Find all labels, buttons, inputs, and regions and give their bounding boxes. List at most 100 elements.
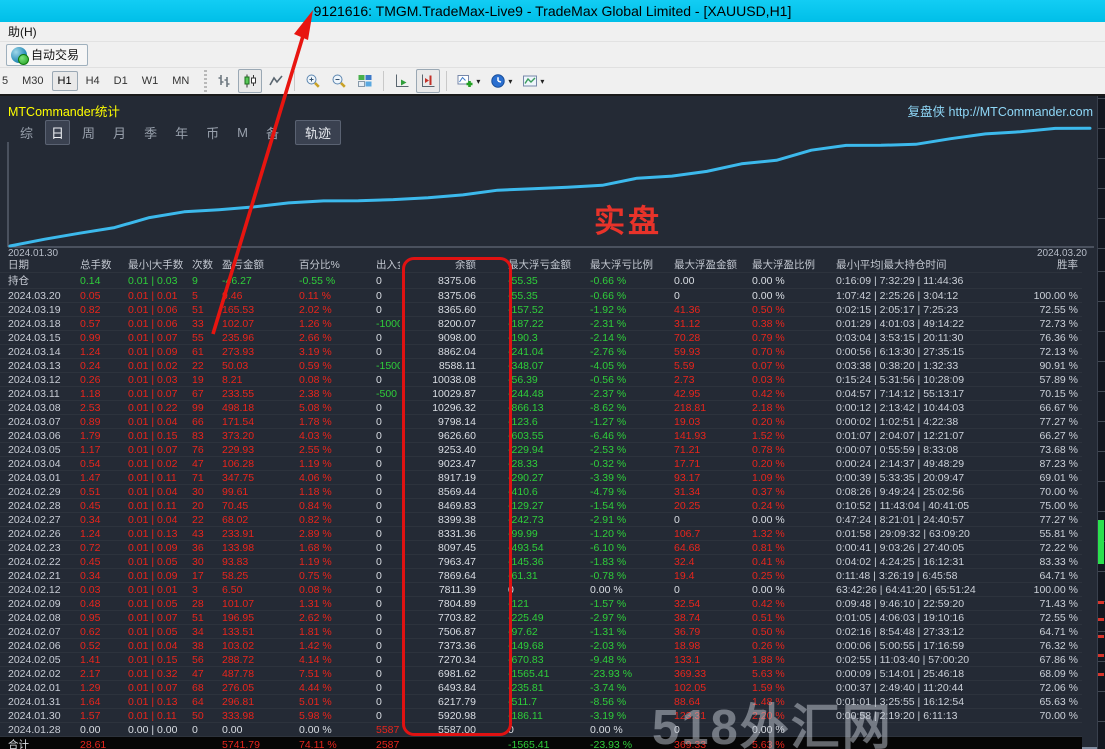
indicators-icon[interactable]: ▾ bbox=[453, 69, 484, 93]
ohlc-bars-icon[interactable] bbox=[212, 69, 236, 93]
table-cell: 合计 bbox=[0, 737, 72, 749]
table-row[interactable]: 2024.03.111.180.01 | 0.0767233.552.38 %-… bbox=[0, 387, 1082, 401]
panel-tab-3[interactable]: 月 bbox=[107, 120, 132, 145]
table-cell: 5920.98 bbox=[400, 709, 500, 723]
table-cell: 0.37 % bbox=[744, 485, 824, 499]
table-row[interactable]: 2024.01.301.570.01 | 0.1150333.985.98 %0… bbox=[0, 709, 1082, 723]
table-cell: 69.01 % bbox=[1020, 471, 1082, 485]
table-cell: 77.27 % bbox=[1020, 513, 1082, 527]
table-cell: 0.81 % bbox=[744, 541, 824, 555]
table-row[interactable]: 2024.03.200.050.01 | 0.0159.460.11 %0837… bbox=[0, 289, 1082, 303]
table-row[interactable]: 2024.03.040.540.01 | 0.0247106.281.19 %0… bbox=[0, 457, 1082, 471]
toolbar-grip[interactable] bbox=[204, 70, 207, 92]
open-position-row[interactable]: 持仓0.140.01 | 0.039-46.27-0.55 %08375.06-… bbox=[0, 273, 1082, 289]
table-row[interactable]: 2024.02.051.410.01 | 0.1556288.724.14 %0… bbox=[0, 653, 1082, 667]
table-cell: 141.93 bbox=[660, 429, 744, 443]
table-row[interactable]: 2024.02.011.290.01 | 0.0768276.054.44 %0… bbox=[0, 681, 1082, 695]
table-cell: 102.07 bbox=[214, 317, 287, 331]
table-row[interactable]: 2024.01.311.640.01 | 0.1364296.815.01 %0… bbox=[0, 695, 1082, 709]
table-cell: 1.18 % bbox=[287, 485, 362, 499]
panel-tab-4[interactable]: 季 bbox=[138, 120, 163, 145]
table-row[interactable]: 2024.02.261.240.01 | 0.1343233.912.89 %0… bbox=[0, 527, 1082, 541]
panel-tab-2[interactable]: 周 bbox=[76, 120, 101, 145]
timeframe-h1[interactable]: H1 bbox=[52, 71, 78, 91]
table-row[interactable]: 2024.03.061.790.01 | 0.1583373.204.03 %0… bbox=[0, 429, 1082, 443]
table-row[interactable]: 2024.02.220.450.01 | 0.053093.831.19 %07… bbox=[0, 555, 1082, 569]
templates-icon[interactable]: ▾ bbox=[518, 69, 548, 93]
dropdown-arrow-icon: ▾ bbox=[508, 77, 512, 86]
table-row[interactable]: 2024.02.210.340.01 | 0.091758.250.75 %07… bbox=[0, 569, 1082, 583]
table-row[interactable]: 2024.03.141.240.01 | 0.0961273.933.19 %0… bbox=[0, 345, 1082, 359]
table-row[interactable]: 2024.03.190.820.01 | 0.0651165.532.02 %0… bbox=[0, 303, 1082, 317]
table-cell: 20.25 bbox=[660, 499, 744, 513]
timeframe-m30[interactable]: M30 bbox=[16, 71, 49, 91]
track-button[interactable]: 轨迹 bbox=[295, 120, 341, 145]
table-row[interactable]: 2024.03.011.470.01 | 0.1171347.754.06 %0… bbox=[0, 471, 1082, 485]
table-cell: 0.00 bbox=[660, 273, 744, 289]
table-cell: 0 bbox=[184, 723, 214, 737]
line-chart-icon[interactable] bbox=[264, 69, 288, 93]
panel-tab-1[interactable]: 日 bbox=[45, 120, 70, 145]
table-row[interactable]: 2024.03.180.570.01 | 0.0633102.071.26 %-… bbox=[0, 317, 1082, 331]
table-cell: 64.68 bbox=[660, 541, 744, 555]
menu-item-help[interactable]: 助(H) bbox=[3, 22, 42, 41]
panel-tab-7[interactable]: M bbox=[231, 122, 254, 143]
table-cell: 47 bbox=[184, 457, 214, 471]
table-cell: -186.11 bbox=[500, 709, 582, 723]
table-cell: 2.38 % bbox=[287, 387, 362, 401]
table-row[interactable]: 2024.03.082.530.01 | 0.2299498.185.08 %0… bbox=[0, 401, 1082, 415]
table-cell: 2.62 % bbox=[287, 611, 362, 625]
panel-tab-0[interactable]: 综 bbox=[14, 120, 39, 145]
table-row[interactable]: 2024.02.230.720.01 | 0.0936133.981.68 %0… bbox=[0, 541, 1082, 555]
table-row[interactable]: 2024.03.051.170.01 | 0.0776229.932.55 %0… bbox=[0, 443, 1082, 457]
timeframe-5[interactable]: 5 bbox=[0, 71, 14, 91]
zoom-out-icon[interactable] bbox=[327, 69, 351, 93]
table-row[interactable]: 2024.02.290.510.01 | 0.043099.611.18 %08… bbox=[0, 485, 1082, 499]
table-row[interactable]: 2024.02.120.030.01 | 0.0136.500.08 %0781… bbox=[0, 583, 1082, 597]
total-row[interactable]: 合计28.615741.7974.11 %2587-1565.41-23.93 … bbox=[0, 737, 1082, 749]
table-cell: 7373.36 bbox=[400, 639, 500, 653]
table-row[interactable]: 2024.02.080.950.01 | 0.0751196.952.62 %0… bbox=[0, 611, 1082, 625]
panel-tab-5[interactable]: 年 bbox=[169, 120, 194, 145]
table-cell: 70.45 bbox=[214, 499, 287, 513]
autotrade-button[interactable]: 自动交易 bbox=[6, 44, 88, 66]
table-cell: 93.83 bbox=[214, 555, 287, 569]
table-cell: 103.02 bbox=[214, 639, 287, 653]
table-row[interactable]: 2024.02.280.450.01 | 0.112070.450.84 %08… bbox=[0, 499, 1082, 513]
table-cell: 34 bbox=[184, 625, 214, 639]
price-scale-strip[interactable] bbox=[1097, 96, 1105, 749]
table-cell: 2024.02.01 bbox=[0, 681, 72, 695]
table-cell: 0.00 | 0.00 bbox=[120, 723, 184, 737]
window-title: 9121616: TMGM.TradeMax-Live9 - TradeMax … bbox=[314, 3, 792, 19]
zoom-in-icon[interactable] bbox=[301, 69, 325, 93]
timeframe-w1[interactable]: W1 bbox=[136, 71, 165, 91]
table-row[interactable]: 2024.03.150.990.01 | 0.0755235.962.66 %0… bbox=[0, 331, 1082, 345]
table-row[interactable]: 2024.02.070.620.01 | 0.0534133.511.81 %0… bbox=[0, 625, 1082, 639]
table-cell: -0.78 % bbox=[582, 569, 660, 583]
mtcommander-link[interactable]: 复盘侠 http://MTCommander.com bbox=[908, 101, 1093, 120]
chart-shift-icon[interactable] bbox=[416, 69, 440, 93]
auto-scroll-icon[interactable] bbox=[390, 69, 414, 93]
timeframe-mn[interactable]: MN bbox=[166, 71, 195, 91]
table-row[interactable]: 2024.02.270.340.01 | 0.042268.020.82 %08… bbox=[0, 513, 1082, 527]
table-row[interactable]: 2024.02.090.480.01 | 0.0528101.071.31 %0… bbox=[0, 597, 1082, 611]
table-row[interactable]: 2024.03.120.260.01 | 0.03198.210.08 %010… bbox=[0, 373, 1082, 387]
table-cell: 0.08 % bbox=[287, 583, 362, 597]
table-cell: 0:01:58 | 29:09:32 | 63:09:20 bbox=[824, 527, 1020, 541]
panel-tab-6[interactable]: 币 bbox=[200, 120, 225, 145]
table-row[interactable]: 2024.03.130.240.01 | 0.022250.030.59 %-1… bbox=[0, 359, 1082, 373]
periods-icon[interactable]: ▾ bbox=[486, 69, 516, 93]
table-row[interactable]: 2024.02.060.520.01 | 0.0438103.021.42 %0… bbox=[0, 639, 1082, 653]
timeframe-d1[interactable]: D1 bbox=[108, 71, 134, 91]
title-bar[interactable]: 9121616: TMGM.TradeMax-Live9 - TradeMax … bbox=[0, 0, 1105, 22]
table-cell: 70.00 % bbox=[1020, 485, 1082, 499]
panel-tab-8[interactable]: 备 bbox=[260, 120, 285, 145]
table-row[interactable]: 2024.01.280.000.00 | 0.0000.000.00 %5587… bbox=[0, 723, 1082, 737]
tile-windows-icon[interactable] bbox=[353, 69, 377, 93]
table-row[interactable]: 2024.02.022.170.01 | 0.3247487.787.51 %0… bbox=[0, 667, 1082, 681]
mt4-window: 9121616: TMGM.TradeMax-Live9 - TradeMax … bbox=[0, 0, 1105, 749]
timeframe-h4[interactable]: H4 bbox=[80, 71, 106, 91]
table-row[interactable]: 2024.03.070.890.01 | 0.0466171.541.78 %0… bbox=[0, 415, 1082, 429]
candlesticks-icon[interactable] bbox=[238, 69, 262, 93]
table-cell: 0 bbox=[362, 273, 400, 289]
